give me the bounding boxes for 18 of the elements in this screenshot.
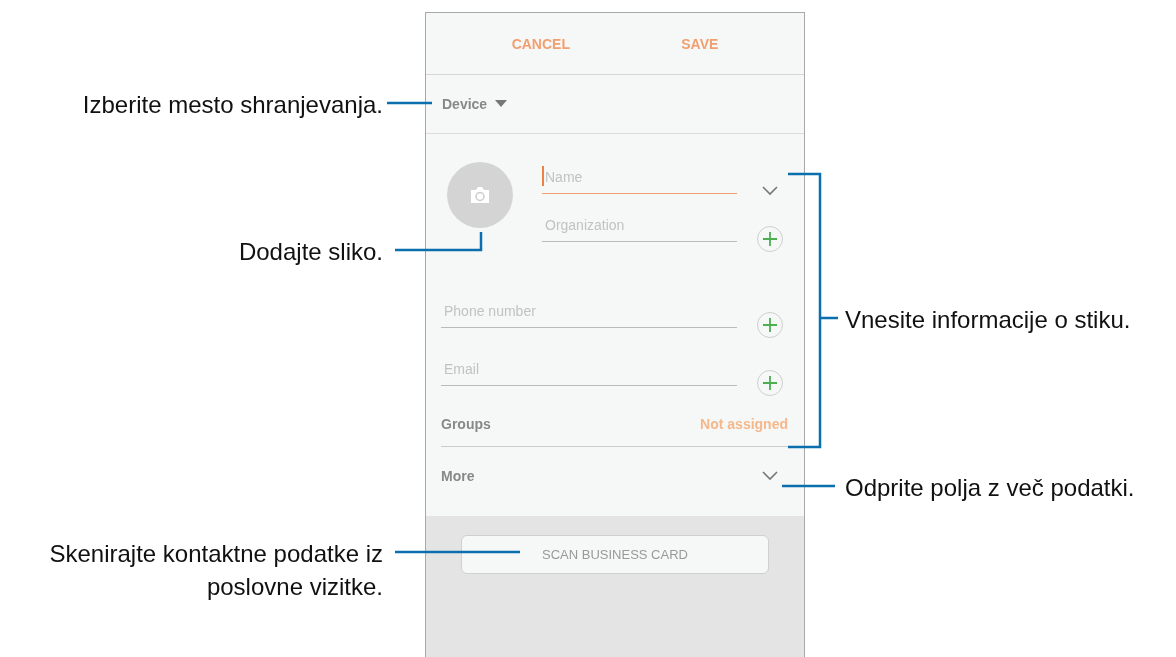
chevron-down-icon[interactable] <box>762 471 778 481</box>
callout-text: Odprite polja z več podatki. <box>845 473 1136 503</box>
callout-text: Dodajte sliko. <box>237 237 383 267</box>
chevron-down-icon[interactable] <box>762 186 778 196</box>
callout-text: Skenirajte kontaktne podatke iz poslovne vizitke. <box>48 539 383 602</box>
leader-line <box>387 101 432 105</box>
more-label[interactable]: More <box>441 468 475 484</box>
scan-business-card-button[interactable]: SCAN BUSINESS CARD <box>461 535 769 574</box>
groups-label: Groups <box>441 416 491 432</box>
camera-icon <box>469 186 491 204</box>
cancel-button[interactable]: CANCEL <box>501 29 580 58</box>
callout-text: Izberite mesto shranjevanja. <box>81 90 383 120</box>
leader-line <box>782 484 835 488</box>
dropdown-triangle-icon <box>495 100 508 108</box>
callout-text: Vnesite informacije o stiku. <box>845 305 1132 335</box>
storage-dropdown[interactable]: Device <box>440 94 510 114</box>
groups-value[interactable]: Not assigned <box>700 416 788 432</box>
save-button[interactable]: SAVE <box>671 29 729 58</box>
